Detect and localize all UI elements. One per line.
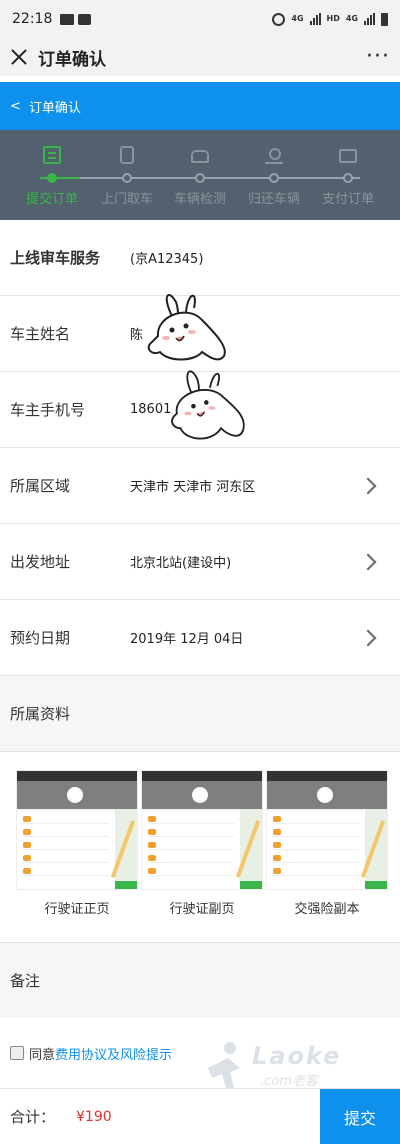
address-value: 北京北站(建设中): [130, 556, 232, 571]
watermark-domain: .com老客: [260, 1074, 318, 1089]
document-icon: [43, 146, 61, 164]
service-row: 上线审车服务 (京A12345): [0, 220, 400, 296]
document-caption: 交强险副本: [294, 902, 360, 917]
materials-heading: 所属资料: [0, 676, 400, 752]
step-dot: [195, 173, 205, 183]
back-arrow-icon[interactable]: <: [10, 99, 21, 114]
status-indicators: 4G HD 4G: [272, 12, 388, 26]
region-row[interactable]: 所属区域 天津市 天津市 河东区: [0, 448, 400, 524]
owner-phone-label: 车主手机号: [10, 401, 86, 419]
address-row[interactable]: 出发地址 北京北站(建设中): [0, 524, 400, 600]
chevron-right-icon: [359, 553, 377, 570]
step-pay: 支付订单: [308, 130, 388, 220]
image-notification-icon: [60, 13, 75, 25]
agreement-link[interactable]: 费用协议及风险提示: [55, 1044, 172, 1063]
submit-button[interactable]: 提交: [320, 1089, 400, 1144]
wallet-icon: [339, 149, 357, 163]
app-title-bar: 订单确认 ···: [0, 38, 400, 76]
date-value: 2019年 12月 04日: [130, 632, 244, 647]
document-thumbnail-insurance[interactable]: [266, 770, 388, 890]
step-label: 车辆检测: [173, 192, 226, 207]
document-thumbnail-back[interactable]: [141, 770, 263, 890]
remark-label: 备注: [10, 972, 41, 990]
region-label: 所属区域: [10, 477, 71, 495]
order-footer: 合计： ¥190 提交: [0, 1088, 400, 1144]
service-plate: (京A12345): [130, 252, 204, 267]
step-dot: [343, 173, 353, 183]
region-value: 天津市 天津市 河东区: [130, 480, 256, 495]
hd-label: HD: [326, 14, 340, 23]
key-icon: [265, 146, 283, 164]
web-header-title: 订单确认: [28, 100, 81, 116]
watermark-brand: Laoke: [252, 1042, 342, 1070]
document-thumbnail-front[interactable]: [16, 770, 138, 890]
step-label: 上门取车: [100, 192, 153, 207]
materials-heading-label: 所属资料: [10, 705, 71, 723]
step-dot: [47, 173, 57, 183]
materials-gallery: 行驶证正页 行驶证副页 交强险副本: [0, 752, 400, 940]
signal-icon: [309, 13, 321, 25]
document-caption: 行驶证正页: [44, 902, 110, 917]
status-time: 22:18: [12, 11, 53, 27]
agree-checkbox[interactable]: [10, 1046, 24, 1060]
order-progress-stepper: 提交订单 上门取车 车辆检测 归还车辆 支付订单: [0, 130, 400, 220]
network-type-label-2: 4G: [345, 14, 358, 23]
date-row[interactable]: 预约日期 2019年 12月 04日: [0, 600, 400, 676]
message-notification-icon: [78, 13, 92, 25]
step-label: 提交订单: [25, 192, 78, 207]
date-label: 预约日期: [10, 629, 71, 647]
service-label: 上线审车服务: [10, 249, 101, 267]
chevron-right-icon: [359, 629, 377, 646]
watermark: Laoke .com老客: [200, 1038, 360, 1094]
battery-icon: [381, 12, 388, 26]
step-label: 归还车辆: [247, 192, 300, 207]
chevron-right-icon: [359, 477, 377, 494]
network-type-label: 4G: [291, 14, 304, 23]
step-pickup: 上门取车: [87, 130, 167, 220]
close-icon[interactable]: [10, 48, 28, 66]
remark-section[interactable]: 备注: [0, 942, 400, 1018]
agree-prefix: 同意: [29, 1047, 56, 1063]
phone-icon: [120, 146, 134, 164]
step-inspection: 车辆检测: [160, 130, 240, 220]
total-label: 合计：: [10, 1108, 56, 1126]
step-dot: [269, 173, 279, 183]
step-return: 归还车辆: [234, 130, 314, 220]
rabbit-sticker-icon-2: [171, 370, 245, 440]
alarm-icon: [272, 12, 286, 26]
step-label: 支付订单: [321, 192, 374, 207]
page-title: 订单确认: [38, 49, 106, 70]
step-dot: [122, 173, 132, 183]
step-submit-order: 提交订单: [12, 130, 92, 220]
web-header: < 订单确认: [0, 82, 400, 130]
document-caption: 行驶证副页: [169, 902, 235, 917]
total-price: ¥190: [76, 1108, 112, 1125]
more-options-icon[interactable]: ···: [366, 46, 390, 68]
owner-name-label: 车主姓名: [10, 325, 71, 343]
car-icon: [191, 150, 209, 163]
address-label: 出发地址: [10, 553, 71, 571]
signal-icon-2: [364, 13, 375, 25]
status-bar: 22:18 4G HD 4G: [0, 0, 400, 38]
watermark-runner-icon: [208, 1042, 240, 1088]
